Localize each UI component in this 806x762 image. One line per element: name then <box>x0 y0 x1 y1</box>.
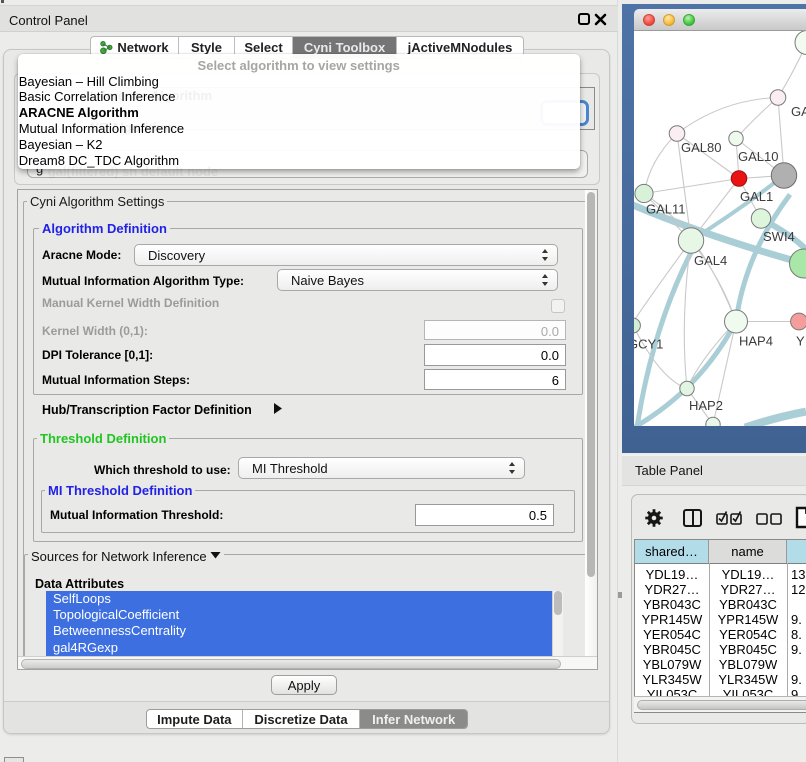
svg-text:GAL80: GAL80 <box>681 140 721 155</box>
svg-text:GAL1: GAL1 <box>740 189 773 204</box>
svg-text:GAL10: GAL10 <box>738 149 778 164</box>
svg-text:GCY1: GCY1 <box>634 336 663 351</box>
svg-text:Y: Y <box>796 333 805 348</box>
svg-text:HAP4: HAP4 <box>739 333 773 348</box>
svg-text:HAP2: HAP2 <box>689 398 723 413</box>
svg-text:GAL11: GAL11 <box>646 202 686 217</box>
svg-text:GAL7: GAL7 <box>791 104 806 119</box>
svg-text:GAL4: GAL4 <box>694 253 727 268</box>
svg-text:SWI4: SWI4 <box>763 229 795 244</box>
